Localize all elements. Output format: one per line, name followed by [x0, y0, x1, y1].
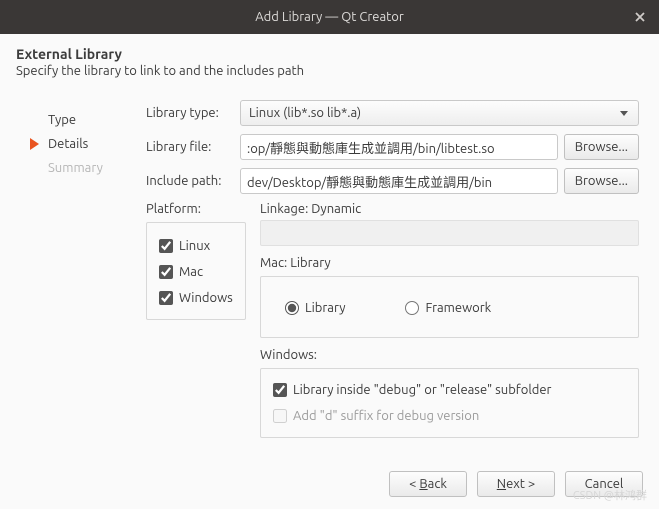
sidebar-item-type[interactable]: Type	[48, 108, 116, 132]
linkage-label: Linkage: Dynamic	[260, 202, 639, 216]
sidebar-item-details[interactable]: Details	[48, 132, 116, 156]
platform-check-windows[interactable]: Windows	[159, 285, 233, 311]
checkbox-suffix	[273, 409, 287, 423]
close-icon	[635, 12, 645, 22]
checkbox-subfolder[interactable]	[273, 383, 287, 397]
windows-section-label: Windows:	[260, 348, 639, 362]
radio-framework[interactable]	[405, 301, 419, 315]
platform-check-mac[interactable]: Mac	[159, 259, 233, 285]
main-area: Type Details Summary Library type: Linux…	[16, 100, 643, 459]
check-win-suffix: Add "d" suffix for debug version	[273, 403, 626, 429]
include-path-label: Include path:	[146, 174, 234, 188]
dialog-content: External Library Specify the library to …	[0, 34, 659, 509]
radio-mac-library[interactable]: Library	[285, 295, 345, 321]
form-area: Library type: Linux (lib*.so lib*.a) Lib…	[146, 100, 643, 459]
platform-column: Platform: Linux Mac Windows	[146, 202, 246, 438]
page-subtitle: Specify the library to link to and the i…	[16, 64, 643, 78]
checkbox-linux[interactable]	[159, 239, 173, 253]
library-file-label: Library file:	[146, 140, 234, 154]
platform-check-linux[interactable]: Linux	[159, 233, 233, 259]
windows-groupbox: Library inside "debug" or "release" subf…	[260, 368, 639, 438]
library-type-label: Library type:	[146, 106, 234, 120]
browse-include-button[interactable]: Browse...	[564, 168, 639, 194]
checkbox-mac[interactable]	[159, 265, 173, 279]
page-title: External Library	[16, 46, 643, 62]
platform-label: Platform:	[146, 202, 234, 216]
sidebar-item-summary: Summary	[48, 156, 116, 180]
linkage-disabled-box	[260, 220, 639, 246]
radio-library[interactable]	[285, 301, 299, 315]
radio-mac-framework[interactable]: Framework	[405, 295, 491, 321]
wizard-sidebar: Type Details Summary	[16, 100, 116, 459]
platform-groupbox: Linux Mac Windows	[146, 222, 246, 320]
back-button[interactable]: < Back	[389, 471, 467, 497]
library-file-input[interactable]	[240, 134, 558, 160]
window-title: Add Library — Qt Creator	[255, 10, 404, 24]
linkage-column: Linkage: Dynamic Mac: Library Library Fr…	[260, 202, 639, 438]
checkbox-windows[interactable]	[159, 291, 173, 305]
browse-library-button[interactable]: Browse...	[564, 134, 639, 160]
titlebar: Add Library — Qt Creator	[0, 0, 659, 34]
include-path-input[interactable]	[240, 168, 558, 194]
cancel-button[interactable]: Cancel	[565, 471, 643, 497]
next-button[interactable]: Next >	[477, 471, 555, 497]
dialog-footer: < Back Next > Cancel	[16, 459, 643, 497]
library-type-combo[interactable]: Linux (lib*.so lib*.a)	[240, 100, 639, 126]
check-win-subfolder[interactable]: Library inside "debug" or "release" subf…	[273, 377, 626, 403]
close-button[interactable]	[631, 8, 649, 26]
library-type-value: Linux (lib*.so lib*.a)	[249, 106, 361, 120]
mac-groupbox: Library Framework	[260, 276, 639, 338]
mac-section-label: Mac: Library	[260, 256, 639, 270]
